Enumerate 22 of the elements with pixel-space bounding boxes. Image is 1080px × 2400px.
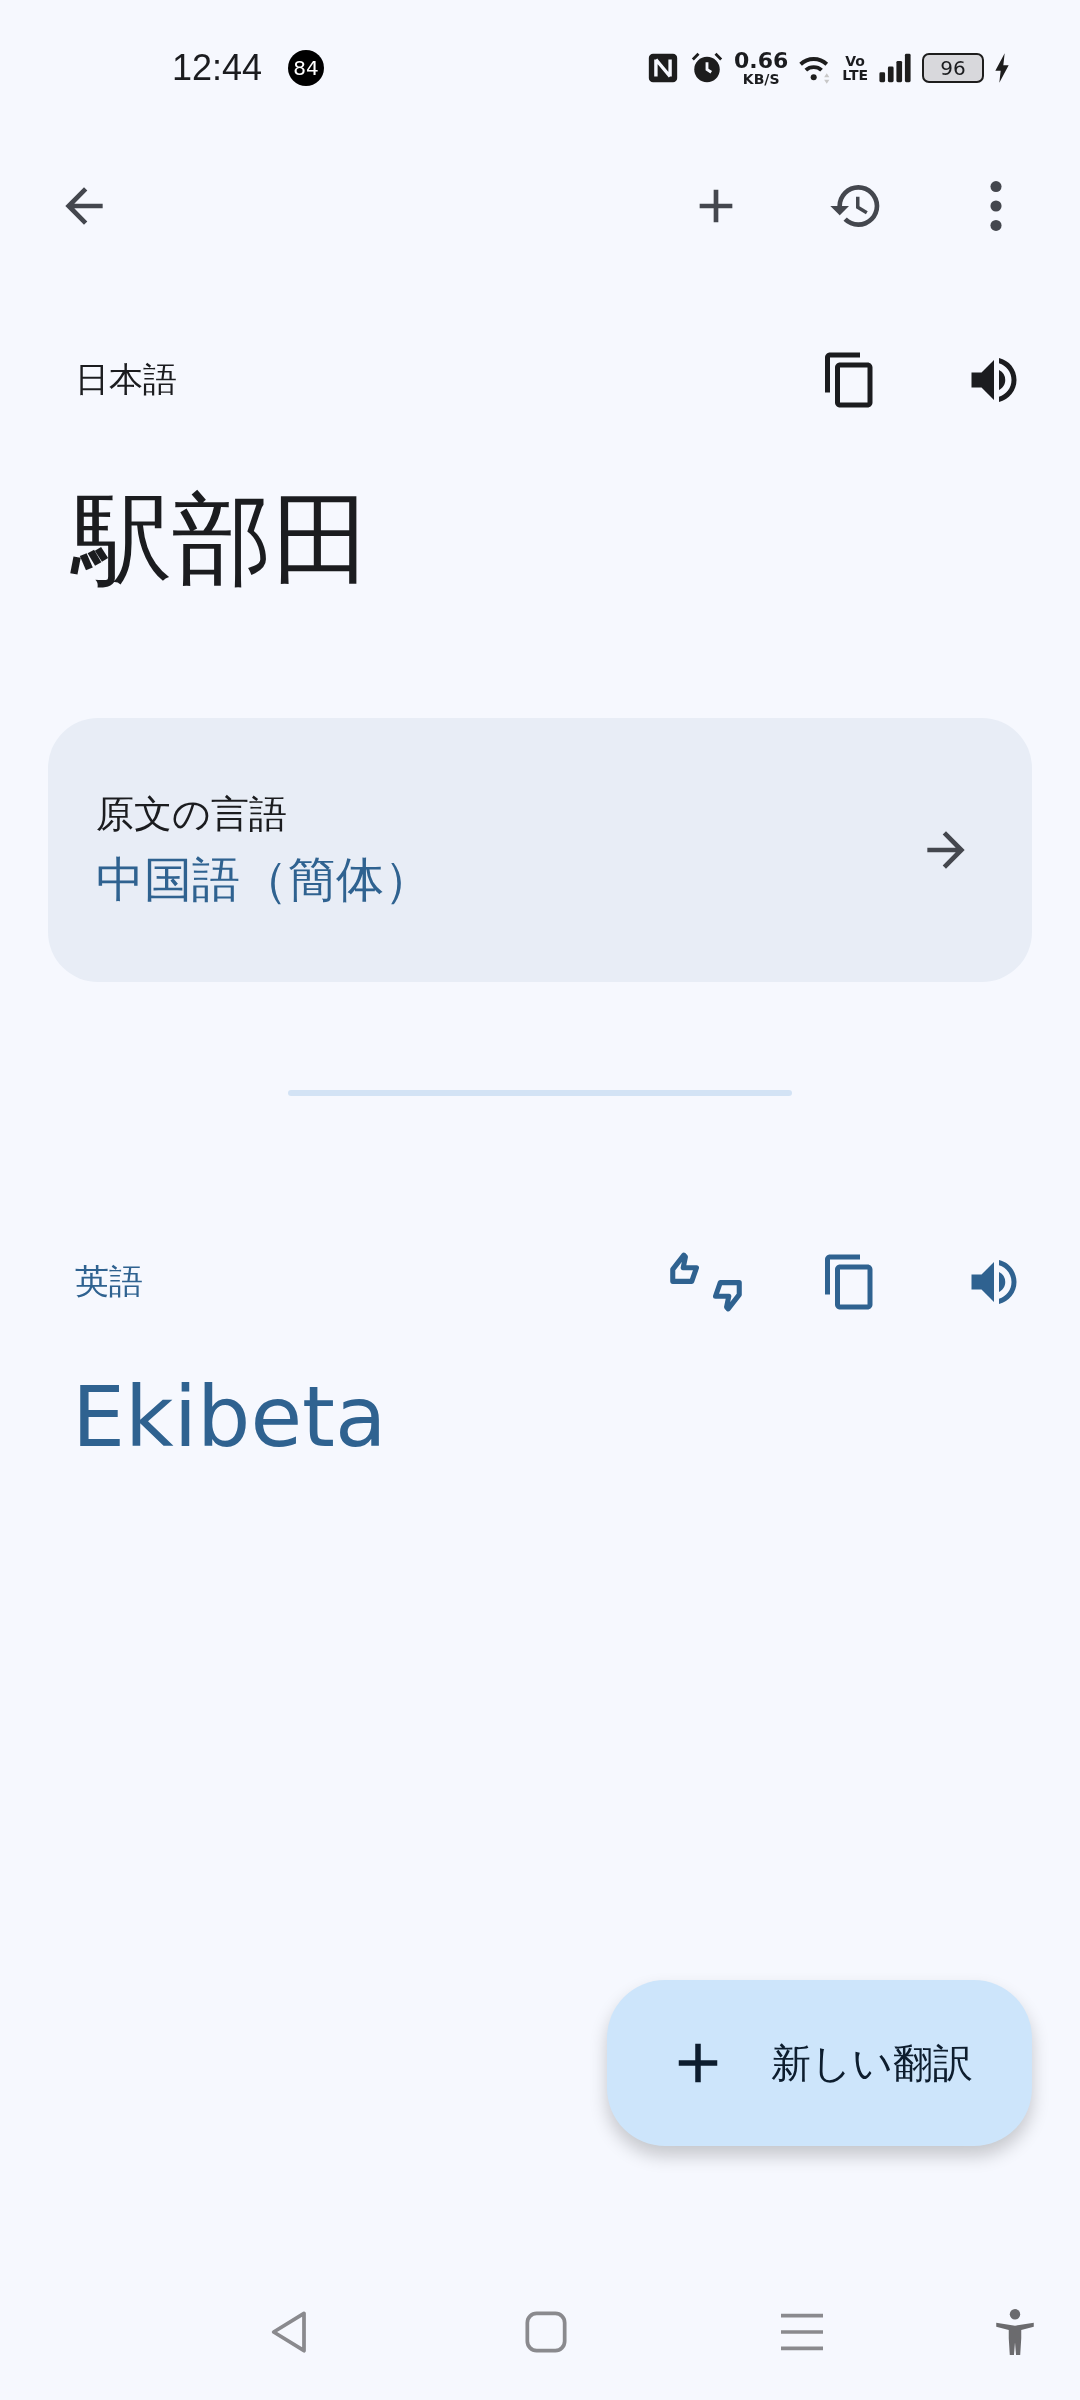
signal-icon <box>878 51 912 85</box>
new-translation-button[interactable]: 新しい翻訳 <box>607 1980 1032 2146</box>
nfc-icon <box>646 51 680 85</box>
source-language: 日本語 <box>75 358 177 401</box>
card-label: 原文の言語 <box>96 790 288 838</box>
translation-text: Ekibeta <box>71 1368 388 1466</box>
alarm-icon <box>690 51 724 85</box>
detected-language: 中国語（簡体） <box>96 849 433 909</box>
speed-unit: KB/S <box>742 72 780 86</box>
detected-language-card[interactable]: 原文の言語 中国語（簡体） <box>48 718 1032 982</box>
drag-handle[interactable] <box>288 1090 792 1096</box>
volte-label: Vo <box>845 54 865 68</box>
battery-level: 96 <box>940 56 966 80</box>
lte-label: LTE <box>842 68 868 82</box>
charging-icon <box>994 52 1010 84</box>
more-icon <box>990 181 1002 231</box>
thumbs-icon <box>668 1250 744 1314</box>
notification-count: 84 <box>288 50 325 86</box>
target-language: 英語 <box>75 1260 143 1303</box>
network-speed: 0.66 <box>734 50 789 72</box>
source-text: 駅部田 <box>69 480 373 600</box>
clock-time: 12:44 <box>172 47 263 89</box>
